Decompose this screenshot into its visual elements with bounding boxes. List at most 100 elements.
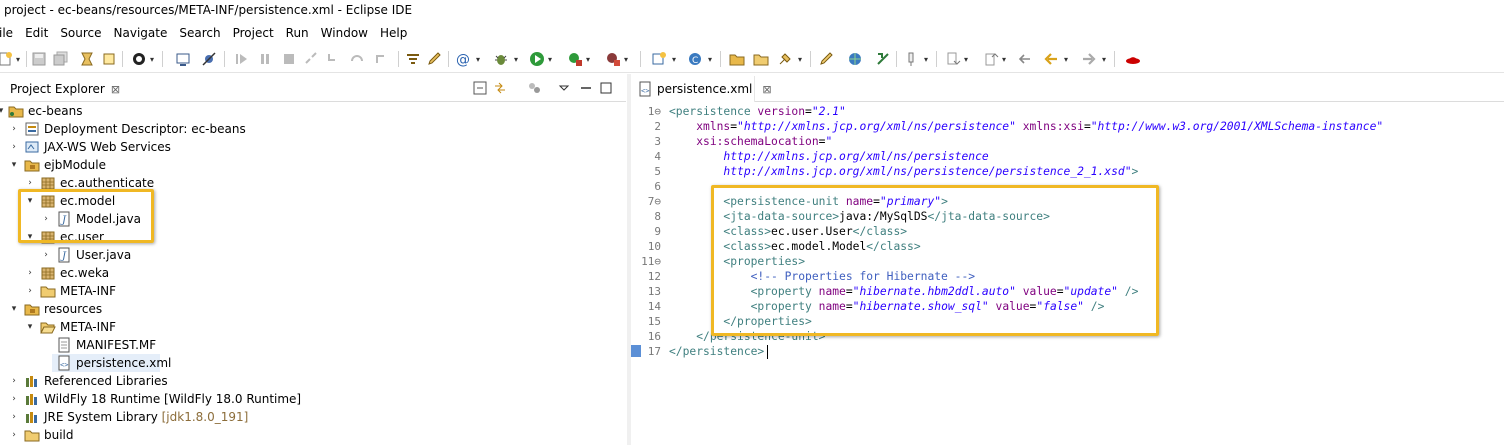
last-edit-location-icon[interactable] (1016, 50, 1034, 68)
tree-row-ejbmodule[interactable]: ▾ ejbModule (0, 156, 626, 174)
close-icon[interactable]: ⊠ (111, 83, 120, 96)
run-icon[interactable] (528, 50, 546, 68)
web-browser-dropdown-icon[interactable]: ▾ (474, 51, 482, 67)
menu-item-project[interactable]: Project (227, 22, 280, 44)
redhat-icon[interactable] (1124, 50, 1142, 68)
tree-row-jaxws[interactable]: › JAX-WS Web Services (0, 138, 626, 156)
tree-row-user-java[interactable]: › J User.java (0, 246, 626, 264)
open-resource-icon[interactable] (100, 50, 118, 68)
chevron-down-icon[interactable]: ▾ (25, 228, 35, 246)
chevron-right-icon[interactable]: › (9, 390, 19, 408)
debug-target-icon[interactable] (130, 50, 148, 68)
minimize-icon[interactable] (578, 80, 594, 96)
code-area[interactable]: <persistence version="2.1" xmlns="http:/… (669, 102, 1504, 445)
tree-row-ec-model[interactable]: ▾ ec.model (0, 192, 626, 210)
forward-icon[interactable] (1080, 50, 1098, 68)
chevron-right-icon[interactable]: › (25, 282, 35, 300)
chevron-right-icon[interactable]: › (9, 372, 19, 390)
chevron-right-icon[interactable]: › (9, 426, 19, 444)
menu-item-navigate[interactable]: Navigate (108, 22, 174, 44)
pin-editor-dropdown-icon[interactable]: ▾ (922, 51, 930, 67)
focus-icon[interactable] (526, 80, 542, 96)
search-tools-icon[interactable] (776, 50, 794, 68)
tree-row-wildfly-runtime[interactable]: › WildFly 18 Runtime [WildFly 18.0 Runti… (0, 390, 626, 408)
chevron-right-icon[interactable]: › (41, 210, 51, 228)
open-project-icon[interactable] (752, 50, 770, 68)
chevron-down-icon[interactable]: ▾ (0, 102, 6, 120)
chevron-right-icon[interactable]: › (9, 408, 19, 426)
use-step-filters-icon[interactable] (404, 50, 422, 68)
tree-row-ec-user[interactable]: ▾ ec.user (0, 228, 626, 246)
menu-item-edit[interactable]: Edit (19, 22, 54, 44)
tree-row-manifest[interactable]: MANIFEST.MF (0, 336, 626, 354)
debug-target-dropdown-icon[interactable]: ▾ (148, 51, 156, 67)
disconnect-icon[interactable] (302, 50, 320, 68)
link-with-editor-icon[interactable] (492, 80, 508, 96)
external-tools-dropdown-icon[interactable]: ▾ (622, 51, 630, 67)
step-return-icon[interactable] (372, 50, 390, 68)
tree-row-deployment-descriptor[interactable]: › Deployment Descriptor: ec-beans (0, 120, 626, 138)
new-class-icon[interactable]: C (686, 50, 704, 68)
view-menu-icon[interactable] (556, 80, 572, 96)
search-tools-dropdown-icon[interactable]: ▾ (796, 51, 804, 67)
menu-item-run[interactable]: Run (280, 22, 315, 44)
chevron-right-icon[interactable]: › (9, 120, 19, 138)
skip-breakpoints-icon[interactable] (200, 50, 218, 68)
pin-editor-icon[interactable] (902, 50, 920, 68)
coverage-dropdown-icon[interactable]: ▾ (584, 51, 592, 67)
tree-row-ec-beans[interactable]: ▾ ec-beans (0, 102, 626, 120)
back-dropdown-icon[interactable]: ▾ (1062, 51, 1070, 67)
maximize-icon[interactable] (598, 80, 614, 96)
close-icon[interactable]: ⊠ (762, 83, 771, 96)
menu-item-search[interactable]: Search (173, 22, 226, 44)
tree-row-jre-system-library[interactable]: › JRE System Library [jdk1.8.0_191] (0, 408, 626, 426)
tree-row-model-java[interactable]: › J Model.java (0, 210, 626, 228)
save-all-icon[interactable] (52, 50, 70, 68)
new-dropdown-icon[interactable]: ▾ (14, 51, 22, 67)
tree-row-ec-authenticate[interactable]: › ec.authenticate (0, 174, 626, 192)
external-tools-icon[interactable] (604, 50, 622, 68)
chevron-right-icon[interactable]: › (25, 264, 35, 282)
forward-dropdown-icon[interactable]: ▾ (1100, 51, 1108, 67)
new-server-dropdown-icon[interactable]: ▾ (670, 51, 678, 67)
chevron-right-icon[interactable]: › (9, 138, 19, 156)
tree-row-resources[interactable]: ▾ resources (0, 300, 626, 318)
back-icon[interactable] (1042, 50, 1060, 68)
suspend-icon[interactable] (256, 50, 274, 68)
debug-icon[interactable] (492, 50, 510, 68)
collapse-all-icon[interactable] (472, 80, 488, 96)
chevron-down-icon[interactable]: ▾ (25, 192, 35, 210)
chevron-right-icon[interactable]: › (25, 174, 35, 192)
new-icon[interactable] (0, 50, 14, 68)
tree-row-ec-weka[interactable]: › ec.weka (0, 264, 626, 282)
previous-annotation-icon[interactable] (982, 50, 1000, 68)
chevron-down-icon[interactable]: ▾ (9, 156, 19, 174)
previous-annotation-dropdown-icon[interactable]: ▾ (1000, 51, 1008, 67)
step-into-icon[interactable] (324, 50, 342, 68)
tree-row-resources-meta-inf[interactable]: ▾ META-INF (0, 318, 626, 336)
run-dropdown-icon[interactable]: ▾ (546, 51, 554, 67)
tree-row-referenced-libraries[interactable]: › Referenced Libraries (0, 372, 626, 390)
tree-row-meta-inf[interactable]: › META-INF (0, 282, 626, 300)
resume-icon[interactable] (232, 50, 250, 68)
chevron-right-icon[interactable]: › (41, 246, 51, 264)
annotate-icon[interactable] (426, 50, 444, 68)
coverage-icon[interactable] (566, 50, 584, 68)
tree-row-persistence-xml[interactable]: <> persistence.xml (52, 354, 171, 372)
terminate-icon[interactable] (280, 50, 298, 68)
toggle-breadcrumb-icon[interactable] (874, 50, 892, 68)
new-class-dropdown-icon[interactable]: ▾ (706, 51, 714, 67)
open-type-icon[interactable] (78, 50, 96, 68)
tab-project-explorer[interactable]: Project Explorer ⊠ (0, 76, 120, 102)
menu-item-source[interactable]: Source (54, 22, 107, 44)
new-server-icon[interactable] (650, 50, 668, 68)
mark-occurrences-icon[interactable] (818, 50, 836, 68)
menu-item-window[interactable]: Window (315, 22, 374, 44)
chevron-down-icon[interactable]: ▾ (9, 300, 19, 318)
tab-persistence-xml[interactable]: <> persistence.xml ⊠ (631, 76, 772, 102)
open-folder-icon[interactable] (728, 50, 746, 68)
step-over-icon[interactable] (348, 50, 366, 68)
tree-row-build[interactable]: › build (0, 426, 626, 444)
next-annotation-icon[interactable] (944, 50, 962, 68)
menu-item-ile[interactable]: ile (0, 22, 19, 44)
